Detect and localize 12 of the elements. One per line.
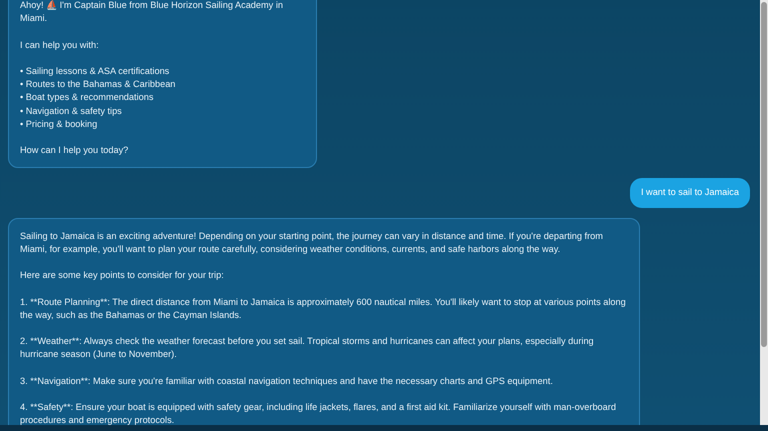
message-text: I want to sail to Jamaica [640,186,739,200]
message-text: Ahoy! ⛵ I'm Captain Blue from Blue Horizon Sailing Academy in Miami. [20,0,284,26]
message-text: 2. **Weather**: Always check the weather forecast before you set sail. Tropical storms and hurricanes can affect your plans, especially during hurricane season (June to November). [20,335,595,362]
message-text: Here are some key points to consider for your trip: [20,269,225,282]
message-text: • Sailing lessons & ASA certifications • Routes to the Bahamas & Caribbean • Boat types & recommendations • Navigation & safety tips • Pricing & booking [20,64,176,131]
message-text: Sailing to Jamaica is an exciting adventure! Depending on your starting point, the journey can vary in distance and time. If you're departing from Miami, for example, you'll want to plan your route carefully, considering weather conditions, currents, and safe harbors along the way. [20,230,604,256]
message-text: 3. **Navigation**: Make sure you're familiar with coastal navigation techniques and have the necessary charts and GPS equipment. [20,374,554,388]
message-text: How can I help you today? [20,144,130,158]
message-text: 1. **Route Planning**: The direct distance from Miami to Jamaica is approximately 600 nautical miles. You'll likely want to stop at various points along the way, such as the Bahamas or the Cayman Islands. [20,296,627,322]
message-text: 4. **Safety**: Ensure your boat is equipped with safety gear, including life jackets, flares, and a first aid kit. Familiarize yourself with man-overboard procedures and emergency protocols. [20,401,617,425]
message-text: I can help you with: [20,38,100,52]
scrollbar[interactable] [760,0,768,425]
